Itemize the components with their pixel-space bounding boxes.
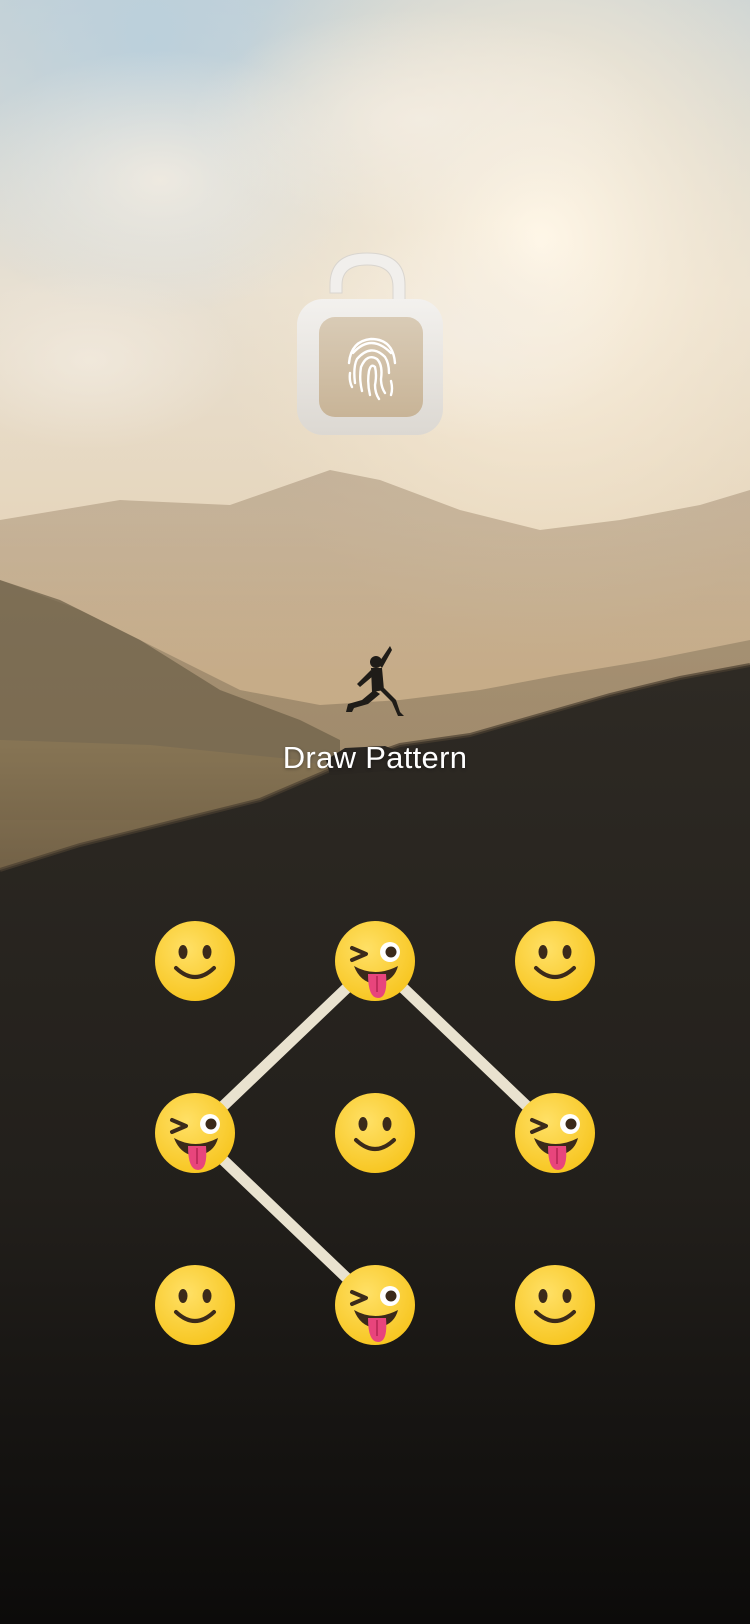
pattern-node-1-0 winking-tongue-face-icon[interactable] (152, 1090, 238, 1176)
pattern-node-2-2 smiling-face-icon[interactable] (512, 1262, 598, 1348)
lock-screen: Draw Pattern (0, 0, 750, 1624)
pattern-node-1-1 smiling-face-icon[interactable] (332, 1090, 418, 1176)
pattern-node-0-0 smiling-face-icon[interactable] (152, 918, 238, 1004)
pattern-node-1-2 winking-tongue-face-icon[interactable] (512, 1090, 598, 1176)
pattern-node-2-0 smiling-face-icon[interactable] (152, 1262, 238, 1348)
pattern-node-2-1 winking-tongue-face-icon[interactable] (332, 1262, 418, 1348)
pattern-node-0-1 winking-tongue-face-icon[interactable] (332, 918, 418, 1004)
pattern-node-0-2 smiling-face-icon[interactable] (512, 918, 598, 1004)
pattern-path (189, 955, 561, 1311)
